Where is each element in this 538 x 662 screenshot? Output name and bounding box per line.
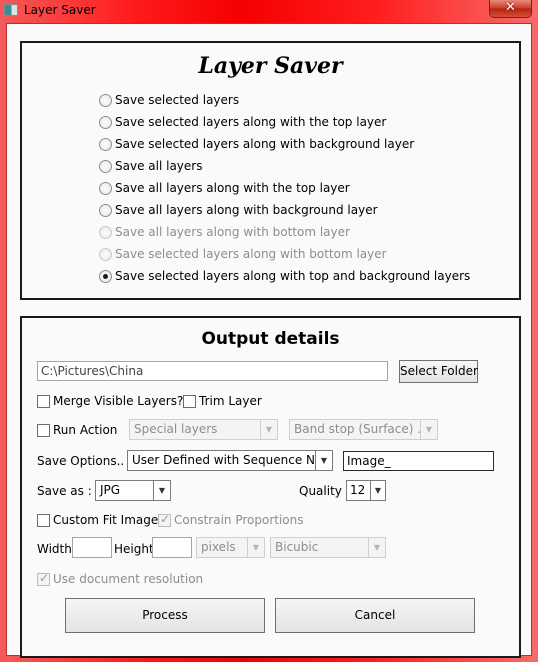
quality-dropdown[interactable]: 12 ▼ — [346, 480, 386, 501]
checkbox-label: Constrain Proportions — [174, 513, 304, 527]
units-dropdown[interactable]: pixels ▼ — [196, 537, 265, 558]
checkbox-box[interactable] — [183, 394, 196, 408]
checkbox-label: Merge Visible Layers? — [53, 394, 184, 408]
window-title: Layer Saver — [24, 3, 96, 17]
chevron-down-icon[interactable]: ▼ — [247, 538, 264, 557]
file-prefix-input[interactable]: Image_ — [343, 451, 494, 471]
chevron-down-icon[interactable]: ▼ — [368, 538, 385, 557]
save-as-dropdown[interactable]: JPG ▼ — [95, 480, 171, 501]
radio-button[interactable] — [99, 93, 112, 107]
action-name-dropdown[interactable]: Band stop (Surface) ... ▼ — [289, 419, 438, 440]
layer-option-radio[interactable]: Save selected layers along with the top … — [99, 113, 386, 131]
dropdown-value: Special layers — [134, 422, 218, 436]
title-bar[interactable]: Layer Saver ✕ — [0, 0, 538, 22]
chevron-down-icon[interactable]: ▼ — [420, 420, 437, 439]
layer-saver-window: Layer Saver ✕ Layer Saver Save selected … — [0, 0, 538, 662]
radio-label: Save all layers — [115, 159, 203, 173]
app-icon — [4, 4, 18, 16]
radio-button[interactable] — [99, 269, 112, 283]
checkbox-label: Trim Layer — [199, 394, 262, 408]
trim-layer-checkbox[interactable]: Trim Layer — [183, 392, 262, 410]
output-heading: Output details — [201, 329, 340, 349]
layer-option-radio[interactable]: Save all layers — [99, 157, 202, 175]
radio-label: Save selected layers along with the top … — [115, 115, 387, 129]
output-details-panel: Output details C:\Pictures\China Select … — [20, 316, 521, 658]
process-button[interactable]: Process — [65, 598, 265, 633]
action-set-dropdown[interactable]: Special layers ▼ — [129, 419, 278, 440]
layer-option-radio: Save all layers along with bottom layer — [99, 223, 350, 241]
checkbox-box[interactable] — [37, 571, 50, 586]
checkbox-label: Custom Fit Image — [53, 513, 159, 527]
dropdown-value: User Defined with Sequence No. — [132, 453, 315, 467]
select-folder-button[interactable]: Select Folder — [399, 360, 478, 383]
dropdown-value: JPG — [100, 483, 121, 497]
checkbox-label: Run Action — [53, 423, 118, 437]
panel-heading: Layer Saver — [198, 53, 343, 79]
radio-label: Save all layers along with the top layer — [115, 181, 350, 195]
radio-button[interactable] — [99, 203, 112, 217]
layer-option-radio[interactable]: Save selected layers — [99, 91, 239, 109]
checkbox-box[interactable] — [37, 423, 50, 437]
checkbox-box[interactable] — [158, 512, 171, 527]
dropdown-value: Bicubic — [275, 540, 319, 554]
radio-label: Save selected layers — [115, 93, 240, 107]
save-options-label: Save Options.. — [37, 454, 125, 468]
chevron-down-icon[interactable]: ▼ — [370, 481, 385, 500]
width-input[interactable] — [72, 537, 112, 558]
merge-visible-layers-checkbox[interactable]: Merge Visible Layers? — [37, 392, 183, 410]
radio-button — [99, 225, 112, 239]
height-label: Height — [114, 542, 154, 556]
width-label: Width — [37, 542, 72, 556]
radio-button[interactable] — [99, 137, 112, 151]
radio-button — [99, 247, 112, 261]
layer-option-radio[interactable]: Save all layers along with background la… — [99, 201, 378, 219]
checkbox-box[interactable] — [37, 394, 50, 408]
layer-option-radio[interactable]: Save selected layers along with top and … — [99, 267, 470, 285]
custom-fit-image-checkbox[interactable]: Custom Fit Image — [37, 511, 158, 529]
save-as-label: Save as : — [37, 484, 92, 498]
radio-button[interactable] — [99, 181, 112, 195]
layer-option-radio[interactable]: Save selected layers along with backgrou… — [99, 135, 414, 153]
radio-label: Save selected layers along with top and … — [115, 269, 471, 283]
save-options-dropdown[interactable]: User Defined with Sequence No. ▼ — [127, 450, 333, 471]
radio-label: Save all layers along with bottom layer — [115, 225, 350, 239]
chevron-down-icon[interactable]: ▼ — [315, 451, 332, 470]
use-document-resolution-checkbox[interactable]: Use document resolution — [37, 570, 203, 588]
radio-label: Save all layers along with background la… — [115, 203, 378, 217]
checkbox-box[interactable] — [37, 513, 50, 527]
close-button[interactable]: ✕ — [489, 0, 532, 18]
constrain-proportions-checkbox[interactable]: Constrain Proportions — [158, 511, 304, 529]
folder-path-input[interactable]: C:\Pictures\China — [37, 361, 388, 381]
checkbox-label: Use document resolution — [53, 572, 204, 586]
client-area: Layer Saver Save selected layers Save sel… — [6, 23, 532, 658]
layer-option-radio: Save selected layers along with bottom l… — [99, 245, 387, 263]
quality-label: Quality — [299, 484, 342, 498]
radio-label: Save selected layers along with bottom l… — [115, 247, 387, 261]
dropdown-value: pixels — [201, 540, 236, 554]
dropdown-value: Band stop (Surface) ... — [294, 422, 420, 436]
layer-options-panel: Layer Saver Save selected layers Save sel… — [20, 41, 521, 300]
dropdown-value: 12 — [350, 483, 366, 497]
radio-button[interactable] — [99, 115, 112, 129]
layer-option-radio[interactable]: Save all layers along with the top layer — [99, 179, 350, 197]
cancel-button[interactable]: Cancel — [275, 598, 475, 633]
chevron-down-icon[interactable]: ▼ — [260, 420, 277, 439]
height-input[interactable] — [152, 537, 192, 558]
chevron-down-icon[interactable]: ▼ — [153, 481, 170, 500]
radio-button[interactable] — [99, 159, 112, 173]
resample-dropdown[interactable]: Bicubic ▼ — [270, 537, 386, 558]
run-action-checkbox[interactable]: Run Action — [37, 421, 117, 439]
radio-label: Save selected layers along with backgrou… — [115, 137, 415, 151]
